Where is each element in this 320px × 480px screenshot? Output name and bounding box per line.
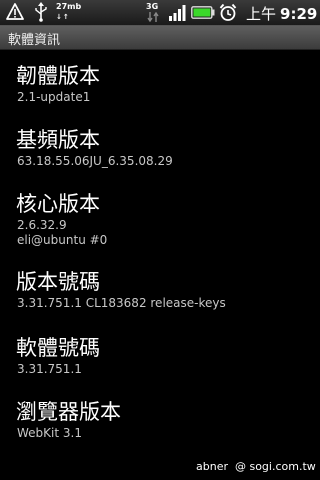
item-label: 軟體號碼	[16, 336, 100, 360]
battery-icon	[191, 6, 215, 19]
item-value: 63.18.55.06JU_6.35.08.29	[17, 154, 173, 168]
item-label: 核心版本	[16, 192, 100, 216]
item-value: 3.31.751.1 CL183682 release-keys	[17, 296, 226, 310]
item-label: 基頻版本	[16, 128, 100, 152]
data-usage-indicator: 27mb ↓↑	[56, 2, 81, 22]
status-bar: 27mb ↓↑ 3G 上午 9:29	[0, 0, 320, 26]
item-value: 2.6.32.9 eli@ubuntu #0	[17, 218, 107, 248]
title-bar: 軟體資訊	[0, 26, 320, 50]
item-value-line: eli@ubuntu #0	[17, 233, 108, 247]
network-type-indicator: 3G	[145, 2, 161, 22]
data-activity-icon	[147, 12, 159, 22]
data-usage-value: 27mb	[56, 2, 82, 11]
item-label: 韌體版本	[16, 64, 100, 88]
item-value: 2.1-update1	[17, 90, 91, 104]
clock-ampm: 上午	[246, 5, 277, 23]
signal-icon	[169, 5, 186, 21]
clock-time: 9:29	[280, 5, 318, 23]
status-clock: 上午 9:29	[246, 3, 317, 24]
item-label: 版本號碼	[16, 270, 100, 294]
alarm-icon	[219, 3, 237, 21]
item-value: WebKit 3.1	[17, 426, 82, 440]
data-arrows-icon: ↓↑	[56, 13, 70, 21]
network-type-label: 3G	[146, 2, 159, 11]
warning-icon	[6, 3, 24, 20]
usb-icon	[35, 2, 47, 22]
item-value: 3.31.751.1	[17, 362, 82, 376]
page-title: 軟體資訊	[8, 33, 61, 48]
watermark: abner @ sogi.com.tw	[196, 460, 316, 473]
item-label: 瀏覽器版本	[16, 400, 121, 424]
item-value-line: 2.6.32.9	[17, 218, 67, 232]
